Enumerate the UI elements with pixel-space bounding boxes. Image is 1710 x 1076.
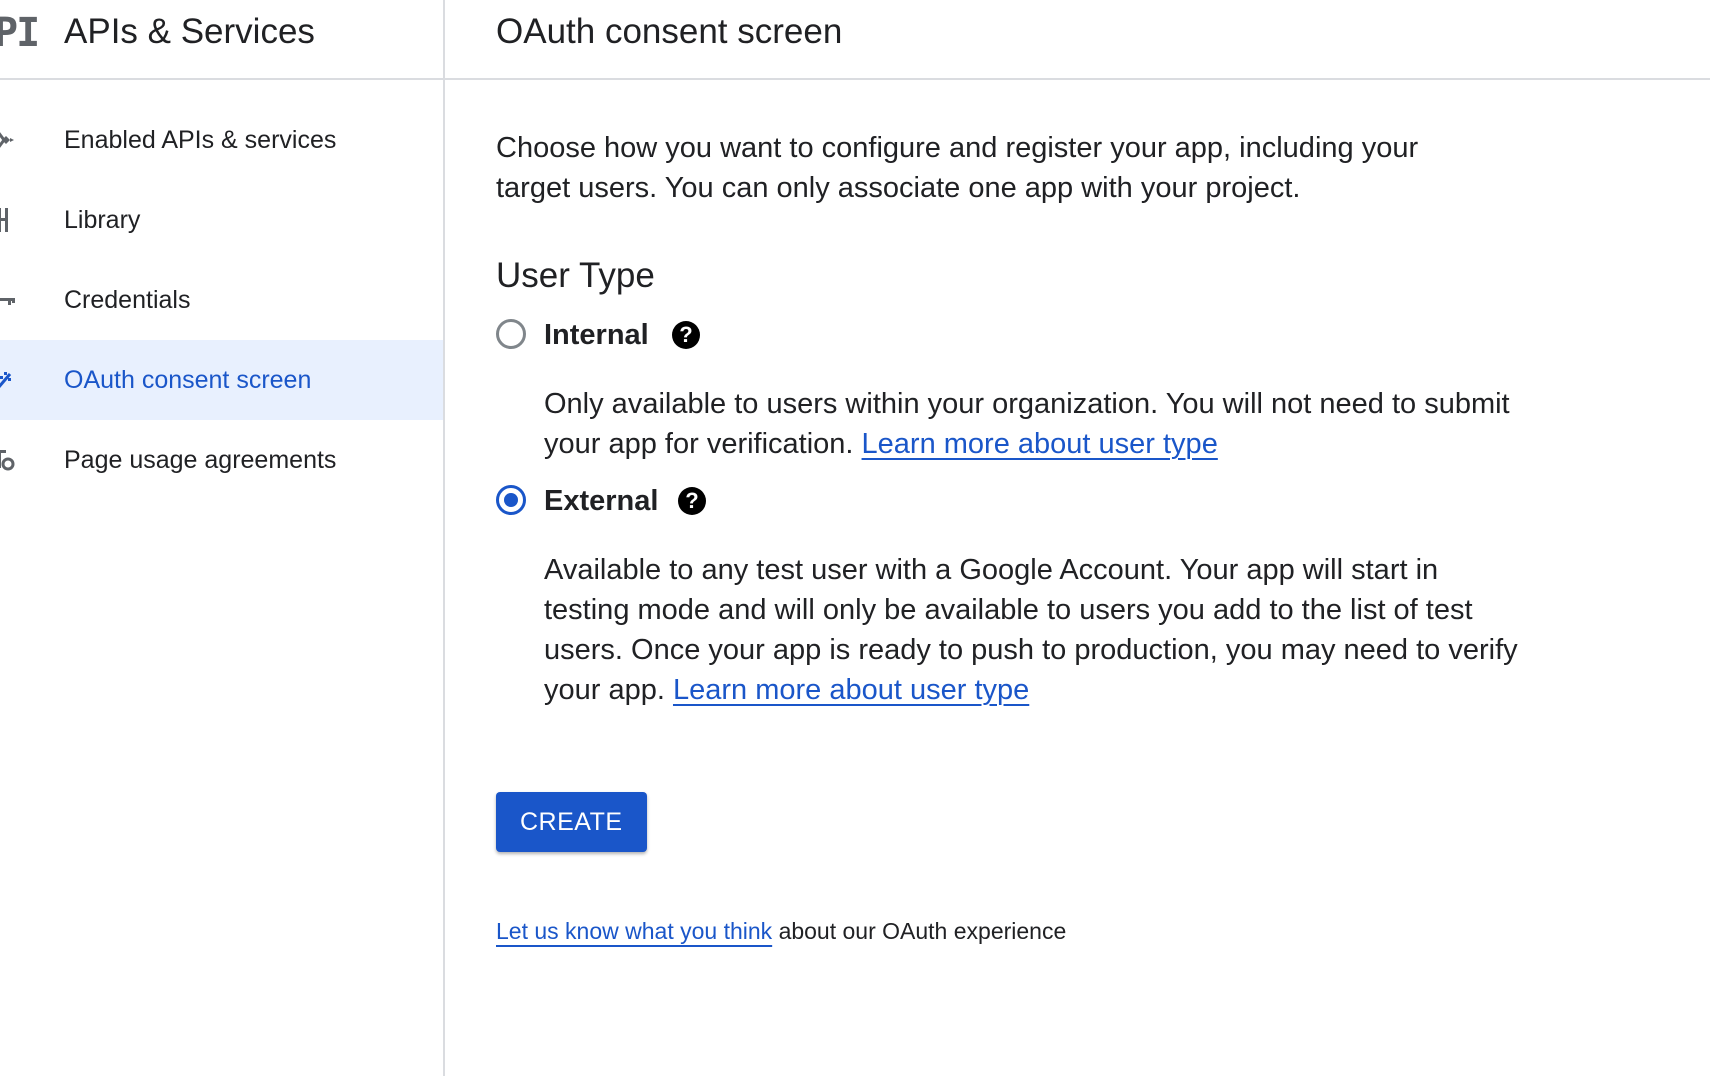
sidebar-item-label: Page usage agreements (64, 446, 337, 474)
feedback-link[interactable]: Let us know what you think (496, 918, 772, 944)
help-icon[interactable]: ? (672, 321, 700, 349)
sidebar-item-oauth-consent[interactable]: OAuth consent screen (0, 340, 443, 420)
intro-text: Choose how you want to configure and reg… (496, 132, 1419, 204)
internal-radio[interactable] (496, 319, 526, 349)
sidebar-item-label: OAuth consent screen (64, 366, 312, 394)
consent-form: Choose how you want to configure and reg… (496, 128, 1556, 946)
feedback-line: Let us know what you think about our OAu… (496, 916, 1556, 946)
page-title: OAuth consent screen (496, 12, 843, 51)
create-button[interactable]: CREATE (496, 792, 647, 852)
external-description: Available to any test user with a Google… (544, 550, 1524, 710)
main-content: OAuth consent screen Choose how you want… (445, 0, 1710, 1076)
user-type-option-external: External ? Available to any test user wi… (496, 482, 1556, 710)
api-logo-icon: PI (0, 10, 40, 56)
product-title: APIs & Services (64, 12, 315, 51)
key-icon (0, 298, 15, 305)
sidebar-item-library[interactable]: Library (0, 180, 443, 260)
consent-icon (0, 372, 12, 388)
external-radio[interactable] (496, 485, 526, 515)
sidebar-header: PI APIs & Services (0, 0, 443, 80)
sidebar-nav: Enabled APIs & services Library Credenti… (0, 100, 443, 500)
sidebar-item-label: Library (64, 206, 141, 234)
main-header: OAuth consent screen (445, 0, 1710, 80)
external-label[interactable]: External (544, 482, 658, 520)
sidebar-item-label: Credentials (64, 286, 191, 314)
feedback-text: about our OAuth experience (778, 918, 1067, 944)
sidebar: PI APIs & Services Enabled APIs & servic… (0, 0, 445, 1076)
help-icon[interactable]: ? (678, 487, 706, 515)
library-icon (0, 208, 8, 232)
internal-label[interactable]: Internal (544, 316, 649, 354)
settings-gear-icon (0, 450, 15, 471)
option-row: Internal ? (496, 316, 1556, 356)
learn-more-user-type-link[interactable]: Learn more about user type (862, 428, 1218, 460)
sidebar-item-label: Enabled APIs & services (64, 126, 337, 154)
sidebar-item-enabled-apis[interactable]: Enabled APIs & services (0, 100, 443, 180)
sidebar-item-credentials[interactable]: Credentials (0, 260, 443, 340)
user-type-heading: User Type (496, 256, 655, 295)
sidebar-item-page-usage[interactable]: Page usage agreements (0, 420, 443, 500)
api-icon (0, 132, 14, 148)
learn-more-user-type-link[interactable]: Learn more about user type (673, 674, 1029, 706)
internal-description: Only available to users within your orga… (544, 384, 1524, 464)
option-row: External ? (496, 482, 1556, 522)
user-type-option-internal: Internal ? Only available to users withi… (496, 316, 1556, 464)
